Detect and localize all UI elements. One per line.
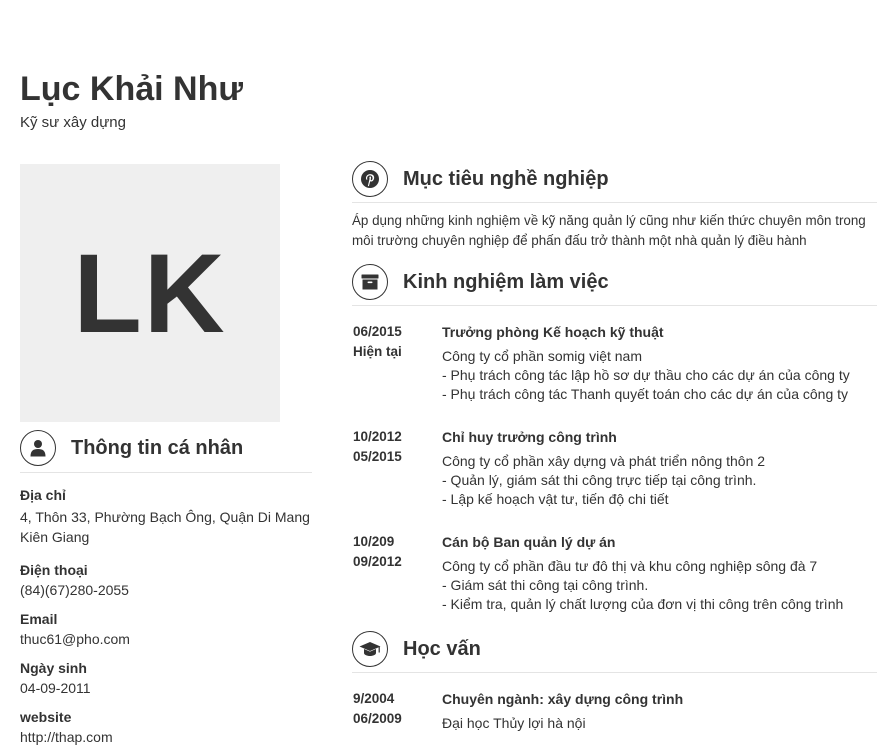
email-label: Email (20, 611, 58, 627)
objective-text: Áp dụng những kinh nghiệm về kỹ năng quả… (352, 213, 866, 248)
duty-line: - Phụ trách công tác Thanh quyết toán ch… (442, 386, 849, 402)
phone-label: Điện thoại (20, 562, 88, 578)
pinterest-icon (352, 161, 388, 197)
job-role: Chỉ huy trưởng công trình (442, 429, 617, 445)
address-item: Địa chỉ 4, Thôn 33, Phường Bạch Ông, Quậ… (20, 486, 320, 547)
date-from: 10/2012 (353, 429, 402, 444)
education-header: Học vấn (352, 631, 481, 667)
objective-divider (352, 202, 877, 203)
address-label: Địa chỉ (20, 487, 66, 503)
website-item: website http://thap.com (20, 708, 320, 747)
major: Chuyên ngành: xây dựng công trình (442, 691, 684, 707)
website-label: website (20, 709, 72, 725)
duty-line: - Giám sát thi công tại công trình. (442, 577, 649, 593)
education-title: Học vấn (403, 637, 481, 660)
date-to: 06/2009 (353, 711, 402, 726)
experience-details: Cán bộ Ban quản lý dự án Công ty cổ phần… (442, 532, 883, 614)
date-from: 10/209 (353, 534, 395, 549)
graduation-cap-icon (352, 631, 388, 667)
education-dates: 9/2004 06/2009 (353, 689, 442, 733)
objective-header: Mục tiêu nghề nghiệp (352, 161, 609, 197)
experience-title: Kinh nghiệm làm việc (403, 270, 609, 293)
duty-line: - Lập kế hoạch vật tư, tiến độ chi tiết (442, 491, 669, 507)
date-to: 05/2015 (353, 449, 402, 464)
objective-title: Mục tiêu nghề nghiệp (403, 167, 609, 190)
education-list: 9/2004 06/2009 Chuyên ngành: xây dựng cô… (353, 689, 883, 733)
experience-dates: 06/2015 Hiện tại (353, 322, 442, 404)
date-from: 9/2004 (353, 691, 395, 706)
birthdate-item: Ngày sinh 04-09-2011 (20, 659, 320, 698)
candidate-name: Lục Khải Như (20, 70, 243, 108)
date-from: 06/2015 (353, 324, 402, 339)
experience-details: Trưởng phòng Kế hoạch kỹ thuật Công ty c… (442, 322, 883, 404)
experience-list: 06/2015 Hiện tại Trưởng phòng Kế hoạch k… (353, 322, 883, 614)
experience-details: Chỉ huy trưởng công trình Công ty cổ phầ… (442, 427, 883, 509)
education-details: Chuyên ngành: xây dựng công trình Đại họ… (442, 689, 883, 733)
archive-box-icon (352, 264, 388, 300)
date-to: Hiện tại (353, 344, 402, 359)
duty-line: - Phụ trách công tác lập hồ sơ dự thầu c… (442, 367, 850, 383)
phone-value: (84)(67)280-2055 (20, 582, 129, 598)
duty-line: - Quản lý, giám sát thi công trực tiếp t… (442, 472, 757, 488)
personal-info-title: Thông tin cá nhân (71, 436, 244, 459)
education-entry: 9/2004 06/2009 Chuyên ngành: xây dựng cô… (353, 689, 883, 733)
birthdate-value: 04-09-2011 (20, 680, 91, 696)
avatar-initials: LK (73, 230, 227, 356)
experience-entry: 06/2015 Hiện tại Trưởng phòng Kế hoạch k… (353, 322, 883, 404)
personal-info-header: Thông tin cá nhân (20, 430, 243, 466)
experience-entry: 10/209 09/2012 Cán bộ Ban quản lý dự án … (353, 532, 883, 614)
job-title: Kỹ sư xây dựng (20, 114, 126, 131)
duty-line: - Kiểm tra, quản lý chất lượng của đơn v… (442, 596, 844, 612)
phone-item: Điện thoại (84)(67)280-2055 (20, 561, 320, 600)
experience-dates: 10/2012 05/2015 (353, 427, 442, 509)
experience-header: Kinh nghiệm làm việc (352, 264, 609, 300)
personal-info-divider (20, 472, 312, 473)
company-name: Công ty cổ phần đầu tư đô thị và khu côn… (442, 558, 818, 574)
email-item: Email thuc61@pho.com (20, 610, 320, 649)
school-name: Đại học Thủy lợi hà nội (442, 715, 586, 731)
job-role: Cán bộ Ban quản lý dự án (442, 534, 616, 550)
experience-entry: 10/2012 05/2015 Chỉ huy trưởng công trìn… (353, 427, 883, 509)
user-icon (20, 430, 56, 466)
personal-info-list: Địa chỉ 4, Thôn 33, Phường Bạch Ông, Quậ… (20, 486, 320, 750)
email-value: thuc61@pho.com (20, 631, 130, 647)
education-divider (352, 672, 877, 673)
date-to: 09/2012 (353, 554, 402, 569)
address-value: 4, Thôn 33, Phường Bạch Ông, Quận Di Man… (20, 509, 310, 545)
website-link[interactable]: http://thap.com (20, 727, 320, 747)
experience-dates: 10/209 09/2012 (353, 532, 442, 614)
birthdate-label: Ngày sinh (20, 660, 87, 676)
avatar: LK (20, 164, 280, 422)
experience-divider (352, 305, 877, 306)
company-name: Công ty cổ phần xây dựng và phát triển n… (442, 453, 766, 469)
job-role: Trưởng phòng Kế hoạch kỹ thuật (442, 324, 664, 340)
company-name: Công ty cổ phần somig việt nam (442, 348, 642, 364)
